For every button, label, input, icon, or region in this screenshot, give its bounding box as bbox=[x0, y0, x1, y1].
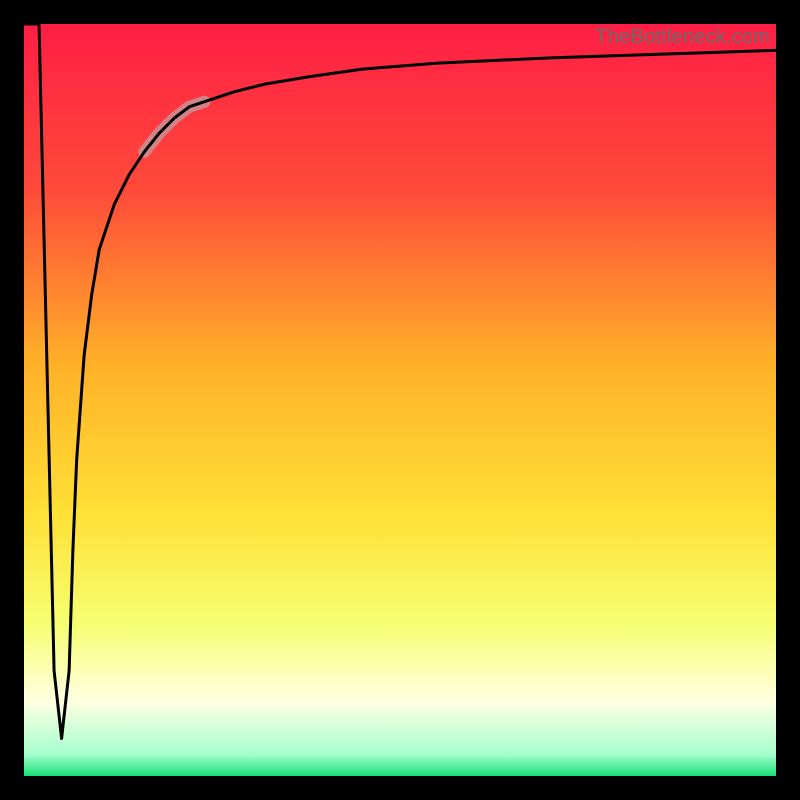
curve-layer bbox=[24, 24, 776, 776]
plot-area: TheBottleneck.com bbox=[24, 24, 776, 776]
watermark-label: TheBottleneck.com bbox=[595, 26, 770, 49]
main-curve bbox=[24, 24, 776, 738]
highlight-segment bbox=[144, 102, 204, 152]
chart-frame: TheBottleneck.com bbox=[0, 0, 800, 800]
